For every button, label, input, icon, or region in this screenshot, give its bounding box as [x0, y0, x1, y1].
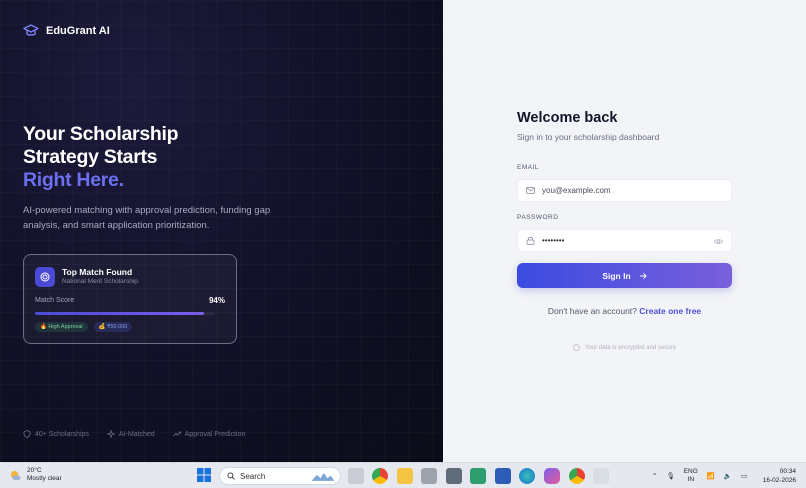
- signin-button[interactable]: Sign In: [517, 263, 732, 288]
- signup-row: Don't have an account? Create one free: [517, 306, 732, 316]
- chevron-up-icon[interactable]: ⌃: [652, 472, 657, 480]
- clock-date: 16-02-2026: [762, 477, 796, 484]
- edge-icon[interactable]: [519, 468, 535, 484]
- score-value: 94%: [208, 296, 225, 305]
- feature-approval-prediction: Approval Prediction: [172, 430, 245, 438]
- tag-amount: 💰 ₹50,000: [93, 322, 133, 332]
- headline-line-2: Strategy Starts: [23, 146, 158, 168]
- score-label: Match Score: [35, 297, 75, 304]
- welcome-subtitle: Sign in to your scholarship dashboard: [517, 132, 660, 142]
- password-input[interactable]: [542, 236, 702, 245]
- score-bar: [35, 312, 215, 315]
- taskbar-clock[interactable]: 00:34 16-02-2026: [763, 467, 796, 485]
- welcome-title: Welcome back: [517, 110, 618, 126]
- wifi-icon[interactable]: 📶: [707, 472, 715, 480]
- word-icon[interactable]: [495, 468, 511, 484]
- clock-time: 00:34: [779, 468, 796, 475]
- snipping-tool-icon[interactable]: [593, 468, 609, 484]
- brand-name: EduGrant AI: [46, 25, 110, 37]
- arrow-right-icon: [639, 272, 647, 279]
- windows-start-icon[interactable]: [197, 468, 211, 482]
- signin-button-label: Sign In: [602, 270, 631, 281]
- task-view-icon[interactable]: [348, 468, 364, 484]
- headline-accent: Right Here.: [23, 169, 124, 191]
- mail-icon: [526, 187, 535, 194]
- match-tags: 🔥 High Approval 💰 ₹50,000: [35, 322, 133, 332]
- create-account-link[interactable]: Create one free: [639, 306, 701, 316]
- brand[interactable]: EduGrant AI: [23, 23, 110, 39]
- shield-icon: [573, 344, 580, 351]
- system-tray: ⌃ 🎙 ENG IN 📶 🔈 ▭: [652, 468, 747, 484]
- shield-icon: [23, 430, 31, 438]
- eye-icon[interactable]: [714, 237, 723, 246]
- clock-app-icon[interactable]: [421, 468, 437, 484]
- email-field-wrapper[interactable]: [517, 179, 732, 202]
- email-input[interactable]: [542, 186, 702, 195]
- search-label: Search: [240, 471, 266, 481]
- sticky-notes-icon[interactable]: [470, 468, 486, 484]
- sparkle-icon: [106, 430, 115, 438]
- feature-ai-matched: AI-Matched: [106, 430, 155, 438]
- calculator-icon[interactable]: [446, 468, 462, 484]
- match-subtitle: National Merit Scholarship: [62, 278, 138, 285]
- volume-icon[interactable]: 🔈: [724, 472, 732, 480]
- email-label: EMAIL: [517, 164, 540, 171]
- hero-subtext: AI-powered matching with approval predic…: [23, 205, 271, 231]
- chrome-icon[interactable]: [372, 468, 388, 484]
- score-bar-fill: [35, 312, 205, 315]
- lock-icon: [526, 236, 535, 245]
- moon-cloud-icon: [10, 470, 21, 480]
- signup-prompt: Don't have an account?: [547, 306, 637, 316]
- weather-temp: 20°C: [27, 467, 42, 474]
- hero-panel: EduGrant AI Your Scholarship Strategy St…: [0, 0, 443, 462]
- feature-list: 40+ Scholarships AI-Matched Approval Pre…: [23, 430, 245, 438]
- headline-line-1: Your Scholarship: [23, 123, 179, 145]
- hero-headline: Your Scholarship Strategy Starts Right H…: [23, 123, 179, 192]
- language-indicator[interactable]: ENG IN: [684, 468, 698, 484]
- tag-high-approval: 🔥 High Approval: [35, 322, 88, 332]
- match-title: Top Match Found: [62, 267, 133, 277]
- graduation-cap-icon: [23, 24, 39, 36]
- search-icon: [227, 472, 235, 480]
- target-icon: [35, 267, 55, 287]
- signin-panel: Welcome back Sign in to your scholarship…: [443, 0, 806, 462]
- feature-scholarships: 40+ Scholarships: [23, 430, 89, 438]
- top-match-card: Top Match Found National Merit Scholarsh…: [23, 254, 237, 344]
- password-label: PASSWORD: [517, 214, 559, 221]
- weather-desc: Mostly clear: [27, 475, 62, 482]
- search-highlight-icon: [311, 472, 335, 481]
- battery-icon[interactable]: ▭: [741, 472, 747, 480]
- taskbar: 20°C Mostly clear Search ⌃ 🎙 ENG IN 📶 🔈 …: [0, 462, 806, 488]
- security-note: Your data is encrypted and secure: [517, 344, 732, 351]
- weather-widget[interactable]: 20°C Mostly clear: [9, 467, 62, 483]
- file-explorer-icon[interactable]: [397, 468, 413, 484]
- taskbar-search[interactable]: Search: [219, 467, 341, 485]
- password-field-wrapper[interactable]: [517, 229, 732, 252]
- trend-up-icon: [172, 431, 181, 437]
- copilot-icon[interactable]: [544, 468, 560, 484]
- microphone-icon[interactable]: 🎙: [666, 472, 674, 480]
- chrome-profile-icon[interactable]: [569, 468, 585, 484]
